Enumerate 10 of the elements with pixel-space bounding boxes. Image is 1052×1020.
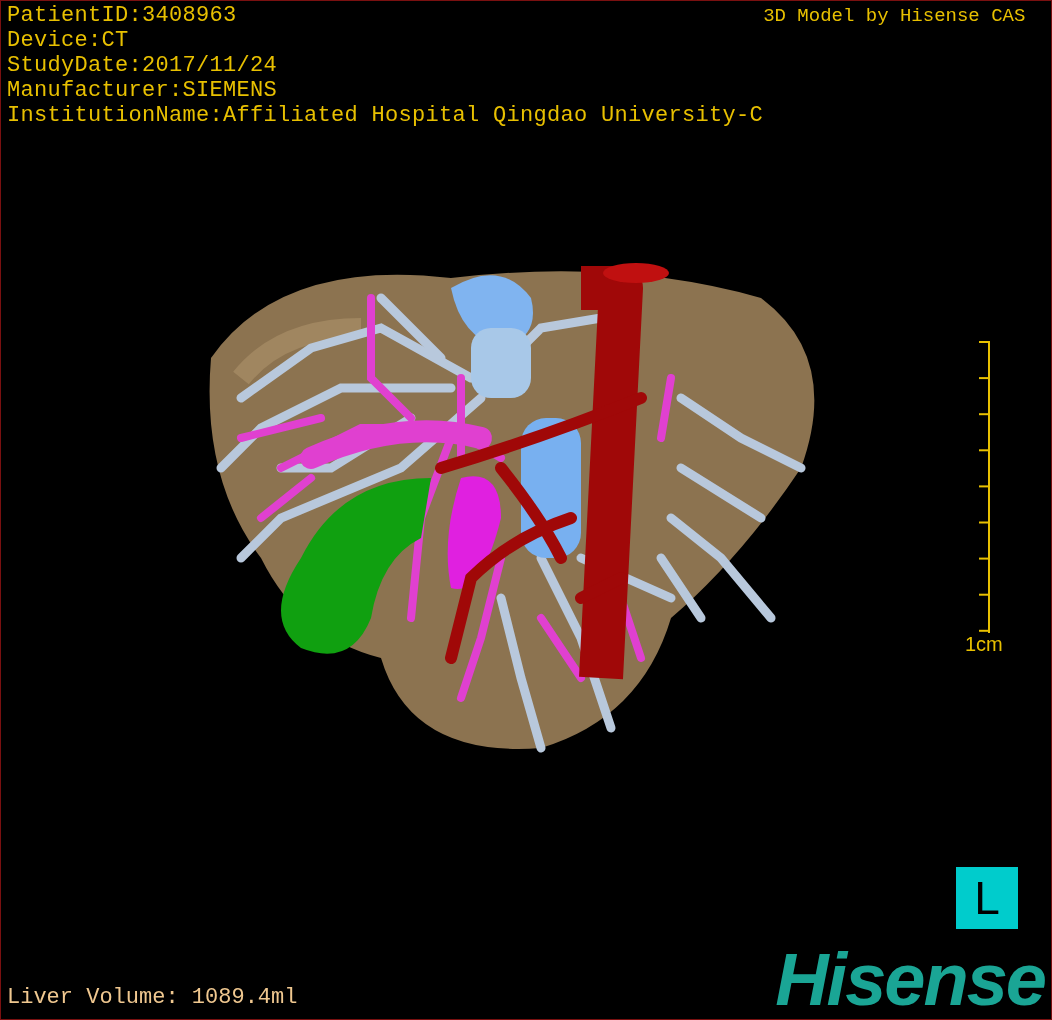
study-info-text: Device:CT <box>7 28 130 53</box>
viewer-title: 3D Model by Hisense CAS <box>763 4 1026 29</box>
study-info-text: InstitutionName:Affiliated Hospital Qingdao University-C <box>7 103 764 128</box>
study-info-text: PatientID:3408963 <box>7 3 238 28</box>
orientation-badge: L <box>956 867 1018 929</box>
scale-label: 1cm <box>965 632 1003 655</box>
study-info-text: StudyDate:2017/11/24 <box>7 53 279 78</box>
study-info-text: Manufacturer:SIEMENS <box>7 78 279 103</box>
brand-logo: Hisense <box>775 945 1045 1015</box>
liver-volume-text: Liver Volume: 1089.4ml <box>7 985 298 1011</box>
